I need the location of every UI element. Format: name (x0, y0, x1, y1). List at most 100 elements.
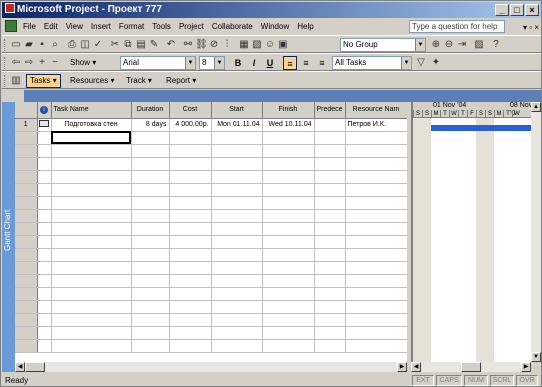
table-row[interactable]: 1 Подготовка стен 8 days 4 000,00р. Mon … (15, 118, 407, 132)
scroll-thumb[interactable] (25, 362, 45, 372)
start-cell[interactable] (211, 222, 263, 236)
row-number[interactable] (15, 313, 38, 327)
predecessors-cell[interactable] (314, 248, 346, 262)
resource-names-cell[interactable] (345, 326, 407, 340)
row-number[interactable] (15, 222, 38, 236)
finish-cell[interactable] (262, 313, 315, 327)
row-number[interactable] (15, 300, 38, 314)
task-name-cell[interactable] (51, 300, 132, 314)
table-row[interactable] (15, 287, 407, 301)
font-select[interactable]: Arial ▼ (120, 56, 196, 70)
task-name-cell[interactable] (51, 170, 132, 184)
row-number[interactable] (15, 144, 38, 158)
cost-cell[interactable] (169, 274, 212, 288)
predecessors-cell[interactable] (314, 196, 346, 210)
resource-names-cell[interactable] (345, 170, 407, 184)
duration-cell[interactable] (131, 287, 170, 301)
paste-icon[interactable]: ▤ (135, 39, 147, 51)
finish-cell[interactable] (262, 235, 315, 249)
duration-cell[interactable] (131, 248, 170, 262)
split-task-icon[interactable]: ⫶ (221, 39, 233, 51)
vertical-scrollbar[interactable]: ▲ ▼ (531, 102, 541, 362)
start-cell[interactable] (211, 144, 263, 158)
duration-cell[interactable] (131, 144, 170, 158)
cost-cell[interactable] (169, 248, 212, 262)
gantt-wizard-icon[interactable]: ✦ (430, 57, 442, 69)
task-name-cell[interactable] (51, 248, 132, 262)
hyperlink-icon[interactable]: ⚯ (182, 39, 194, 51)
cost-cell[interactable] (169, 144, 212, 158)
row-number[interactable] (15, 261, 38, 275)
start-cell[interactable] (211, 261, 263, 275)
scroll-right-icon[interactable]: ▶ (521, 362, 531, 372)
table-row[interactable] (15, 209, 407, 223)
underline-button[interactable]: U (263, 56, 277, 70)
start-cell[interactable] (211, 248, 263, 262)
unlink-tasks-icon[interactable]: ⊘ (208, 39, 220, 51)
task-name-cell[interactable] (51, 339, 132, 353)
task-name-cell[interactable] (51, 183, 132, 197)
finish-cell[interactable] (262, 248, 315, 262)
guide-track-button[interactable]: Track ▾ (122, 74, 156, 88)
duration-cell[interactable] (131, 209, 170, 223)
table-row[interactable] (15, 196, 407, 210)
scroll-right-icon[interactable]: ▶ (397, 362, 407, 372)
start-cell[interactable]: Mon 01.11.04 (211, 118, 263, 132)
menu-insert[interactable]: Insert (87, 19, 115, 34)
start-cell[interactable] (211, 326, 263, 340)
scroll-left-icon[interactable]: ◀ (15, 362, 25, 372)
finish-cell[interactable] (262, 209, 315, 223)
task-notes-icon[interactable]: ▧ (251, 39, 263, 51)
toolbar-grip[interactable] (4, 75, 7, 87)
open-icon[interactable]: ▰ (23, 39, 35, 51)
predecessors-cell[interactable] (314, 261, 346, 275)
resource-names-cell[interactable] (345, 222, 407, 236)
cost-cell[interactable] (169, 170, 212, 184)
start-cell[interactable] (211, 170, 263, 184)
start-cell[interactable] (211, 287, 263, 301)
predecessors-cell[interactable] (314, 118, 346, 132)
predecessors-cell[interactable] (314, 326, 346, 340)
entry-bar-field[interactable] (24, 90, 541, 102)
task-name-cell[interactable]: Подготовка стен (51, 118, 132, 132)
table-row[interactable] (15, 261, 407, 275)
resource-names-cell[interactable] (345, 144, 407, 158)
cost-cell[interactable]: 4 000,00р. (169, 118, 212, 132)
table-row[interactable] (15, 222, 407, 236)
show-button[interactable]: Show ▾ (66, 56, 100, 70)
zoom-out-icon[interactable]: ⊖ (443, 39, 455, 51)
table-row[interactable] (15, 339, 407, 353)
spelling-icon[interactable]: ✓ (92, 39, 104, 51)
task-name-cell[interactable] (51, 287, 132, 301)
column-header-predecessors[interactable]: Predece (314, 102, 346, 119)
task-name-cell[interactable] (51, 261, 132, 275)
start-cell[interactable] (211, 157, 263, 171)
predecessors-cell[interactable] (314, 183, 346, 197)
menu-file[interactable]: File (19, 19, 40, 34)
duration-cell[interactable] (131, 313, 170, 327)
cost-cell[interactable] (169, 287, 212, 301)
column-header-resource-names[interactable]: Resource Nam (345, 102, 407, 119)
finish-cell[interactable] (262, 183, 315, 197)
predecessors-cell[interactable] (314, 300, 346, 314)
menu-format[interactable]: Format (115, 19, 148, 34)
menu-window[interactable]: Window (257, 19, 293, 34)
print-icon[interactable]: ⎙ (66, 39, 78, 51)
row-number[interactable] (15, 183, 38, 197)
scroll-up-icon[interactable]: ▲ (531, 102, 541, 112)
table-horizontal-scrollbar[interactable]: ◀ ▶ (15, 362, 407, 372)
duration-cell[interactable] (131, 300, 170, 314)
finish-cell[interactable]: Wed 10.11.04 (262, 118, 315, 132)
start-cell[interactable] (211, 313, 263, 327)
cost-cell[interactable] (169, 326, 212, 340)
cost-cell[interactable] (169, 235, 212, 249)
column-header-finish[interactable]: Finish (262, 102, 315, 119)
table-row[interactable] (15, 235, 407, 249)
plus-icon[interactable]: + (36, 57, 48, 69)
predecessors-cell[interactable] (314, 157, 346, 171)
predecessors-cell[interactable] (314, 170, 346, 184)
cost-cell[interactable] (169, 222, 212, 236)
zoom-in-icon[interactable]: ⊕ (430, 39, 442, 51)
arrow-left-icon[interactable]: ⇦ (10, 57, 22, 69)
table-row[interactable] (15, 248, 407, 262)
